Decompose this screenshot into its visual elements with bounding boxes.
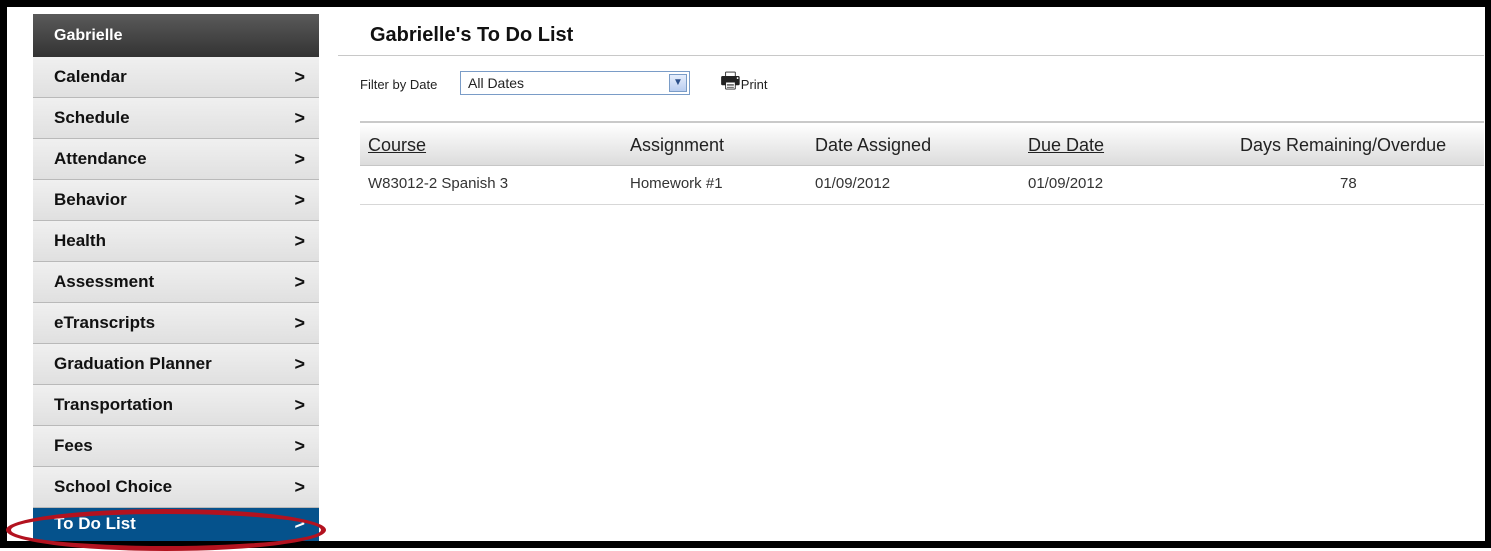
chevron-right-icon: > <box>294 190 305 210</box>
sidebar-item-health[interactable]: Health > <box>33 221 319 262</box>
sidebar-item-label: Transportation <box>54 395 174 414</box>
chevron-right-icon: > <box>294 436 305 456</box>
sidebar-item-label: Attendance <box>54 149 147 168</box>
chevron-right-icon: > <box>294 354 305 374</box>
column-header-course[interactable]: Course <box>368 135 426 156</box>
sidebar-item-label: Graduation Planner <box>54 354 212 373</box>
sidebar-item-fees[interactable]: Fees > <box>33 426 319 467</box>
chevron-right-icon: > <box>294 513 305 533</box>
sidebar-header: Gabrielle <box>33 14 319 57</box>
chevron-right-icon: > <box>294 231 305 251</box>
chevron-right-icon: > <box>294 395 305 415</box>
column-header-date-assigned: Date Assigned <box>815 135 932 155</box>
sidebar-nav: Gabrielle Calendar > Schedule > Attendan… <box>33 14 319 547</box>
sidebar-item-label: Health <box>54 231 106 250</box>
table-row: W83012-2 Spanish 3 Homework #1 01/09/201… <box>360 166 1484 205</box>
table-header: Course Assignment Date Assigned Due Date… <box>360 121 1484 166</box>
chevron-right-icon: > <box>294 313 305 333</box>
cell-assignment: Homework #1 <box>630 175 723 192</box>
column-header-due-date[interactable]: Due Date <box>1028 135 1104 156</box>
main-content: Gabrielle's To Do List Filter by Date Al… <box>338 14 1484 547</box>
sidebar-item-schedule[interactable]: Schedule > <box>33 98 319 139</box>
print-label: Print <box>740 77 768 92</box>
sidebar-item-transportation[interactable]: Transportation > <box>33 385 319 426</box>
sidebar-item-label: School Choice <box>54 477 173 496</box>
chevron-right-icon: > <box>294 272 305 292</box>
sidebar-item-label: Fees <box>54 436 93 455</box>
sidebar-item-label: Calendar <box>54 67 127 86</box>
cell-due-date: 01/09/2012 <box>1028 175 1104 192</box>
page-title: Gabrielle's To Do List <box>370 24 574 46</box>
chevron-right-icon: > <box>294 477 305 497</box>
sidebar-item-school-choice[interactable]: School Choice > <box>33 467 319 508</box>
sidebar-item-graduation-planner[interactable]: Graduation Planner > <box>33 344 319 385</box>
cell-course: W83012-2 Spanish 3 <box>368 175 509 192</box>
sidebar-item-behavior[interactable]: Behavior > <box>33 180 319 221</box>
title-divider <box>338 55 1484 56</box>
sidebar-item-to-do-list[interactable]: To Do List > <box>33 508 319 541</box>
sidebar-item-assessment[interactable]: Assessment > <box>33 262 319 303</box>
filter-date-value: All Dates <box>468 75 525 91</box>
filter-date-select[interactable]: All Dates ▼ <box>460 71 690 95</box>
filter-by-date-label: Filter by Date <box>360 77 438 92</box>
column-header-days-remaining: Days Remaining/Overdue <box>1240 135 1447 155</box>
chevron-right-icon: > <box>294 67 305 87</box>
chevron-down-icon[interactable]: ▼ <box>669 74 687 92</box>
sidebar-item-label: eTranscripts <box>54 313 156 332</box>
chevron-right-icon: > <box>294 149 305 169</box>
sidebar-item-label: To Do List <box>54 514 136 533</box>
sidebar-item-etranscripts[interactable]: eTranscripts > <box>33 303 319 344</box>
sidebar-item-attendance[interactable]: Attendance > <box>33 139 319 180</box>
sidebar-item-label: Schedule <box>54 108 130 127</box>
sidebar-item-label: Behavior <box>54 190 127 209</box>
chevron-right-icon: > <box>294 108 305 128</box>
cell-days-remaining: 78 <box>1340 175 1357 192</box>
sidebar-item-label: Assessment <box>54 272 155 291</box>
print-button[interactable]: 🖶Print <box>720 64 768 102</box>
printer-icon: 🖶 <box>720 68 741 93</box>
column-header-assignment: Assignment <box>630 135 725 155</box>
cell-date-assigned: 01/09/2012 <box>815 175 891 192</box>
sidebar-item-calendar[interactable]: Calendar > <box>33 57 319 98</box>
